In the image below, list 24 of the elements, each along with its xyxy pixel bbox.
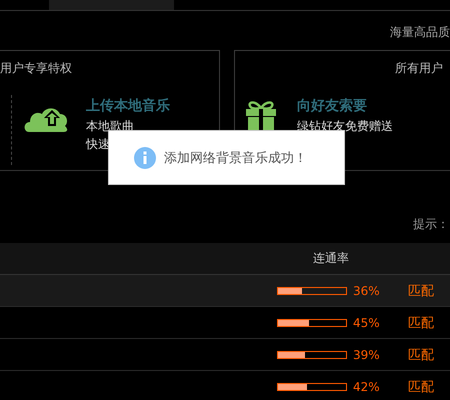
feature-title[interactable]: 上传本地音乐 bbox=[86, 97, 170, 115]
status-text: 匹配 bbox=[408, 378, 434, 396]
table-row[interactable]: 45% 匹配 bbox=[0, 307, 450, 339]
status-text: 匹配 bbox=[408, 282, 434, 300]
rate-text: 42% bbox=[353, 380, 381, 394]
hint-text: 提示： bbox=[413, 216, 449, 233]
feature-description: 快速 bbox=[86, 136, 111, 153]
table-row[interactable]: 39% 匹配 bbox=[0, 339, 450, 371]
rate-text: 36% bbox=[353, 284, 381, 298]
status-text: 匹配 bbox=[408, 346, 434, 364]
toast-message: 添加网络背景音乐成功！ bbox=[164, 150, 307, 166]
notice-text: 海量高品质 bbox=[390, 24, 450, 41]
card-heading: 用户专享特权 bbox=[0, 60, 72, 77]
card-heading: 所有用户 bbox=[395, 60, 443, 77]
table-row[interactable]: 42% 匹配 bbox=[0, 371, 450, 400]
rate-text: 39% bbox=[353, 348, 381, 362]
tab[interactable] bbox=[49, 0, 174, 10]
status-text: 匹配 bbox=[408, 314, 434, 332]
info-icon bbox=[134, 146, 156, 168]
rate-text: 45% bbox=[353, 316, 381, 330]
feature-title[interactable]: 向好友索要 bbox=[297, 97, 393, 115]
table-row[interactable]: 36% 匹配 bbox=[0, 275, 450, 307]
column-header: 连通率 bbox=[313, 250, 349, 267]
gift-icon bbox=[245, 99, 277, 131]
